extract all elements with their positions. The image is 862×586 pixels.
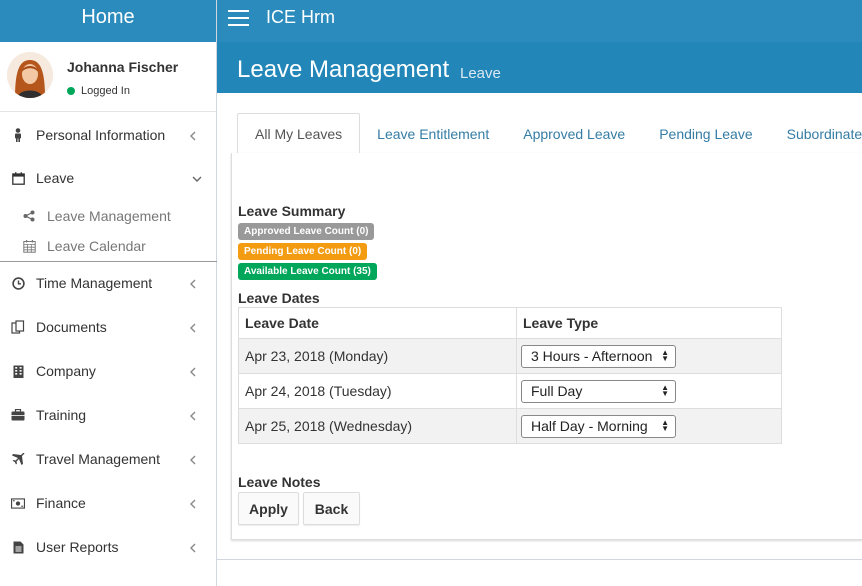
briefcase-icon [11,408,25,422]
clock-icon [11,276,25,290]
building-icon [11,364,25,378]
sidebar-item-label: User Reports [36,539,119,555]
leave-menu-group: Leave Leave Management Leave Calendar [0,156,217,262]
page-header: Leave Management Leave [217,42,862,93]
sidebar-item-label: Company [36,363,96,379]
sidebar-item-finance[interactable]: Finance [0,481,217,525]
sidebar-item-travel-management[interactable]: Travel Management [0,437,217,481]
sidebar-item-label: Time Management [36,275,153,291]
leave-dates-table: Leave Date Leave Type Apr 23, 2018 (Mond… [238,307,782,444]
avatar [7,52,53,98]
online-status-icon [67,87,75,95]
leave-date-cell: Apr 25, 2018 (Wednesday) [238,408,517,444]
calendar-grid-icon [22,239,36,253]
select-arrows-icon: ▲ ▼ [661,418,669,433]
app-title: ICE Hrm [266,7,335,27]
chevron-down-icon [192,170,202,182]
chevron-left-icon [189,128,197,141]
sidebar-item-label: Personal Information [36,127,166,143]
leave-dates-heading: Leave Dates [238,290,320,306]
tab-subordinate-leave[interactable]: Subordinate L [770,113,862,154]
leave-type-select[interactable]: Half Day - Morning ▲ ▼ [521,414,676,438]
sidebar: Home Johanna Fischer Logged In Personal … [0,0,217,586]
user-status-label: Logged In [81,85,130,97]
page-title: Leave Management [237,56,450,83]
share-icon [22,209,36,223]
top-navbar: ICE Hrm [217,0,862,42]
leave-type-cell: Half Day - Morning ▲ ▼ [516,408,782,444]
select-arrows-icon: ▲ ▼ [661,383,669,398]
leave-type-value: Half Day - Morning [531,418,648,434]
tab-approved-leave[interactable]: Approved Leave [506,113,642,154]
leave-date-cell: Apr 24, 2018 (Tuesday) [238,373,517,409]
approved-count-badge: Approved Leave Count (0) [238,223,375,240]
user-name: Johanna Fischer [67,59,179,75]
sidebar-subitem-label: Leave Calendar [47,238,146,254]
documents-icon [11,320,25,334]
footer-divider [217,559,862,560]
sidebar-item-training[interactable]: Training [0,393,217,437]
chevron-left-icon [189,320,197,333]
leave-type-value: 3 Hours - Afternoon [531,348,653,364]
column-header-leave-date: Leave Date [238,307,517,339]
select-arrows-icon: ▲ ▼ [661,348,669,363]
chevron-left-icon [189,408,197,421]
table-row: Apr 24, 2018 (Tuesday) Full Day ▲ ▼ [238,373,782,409]
user-panel: Johanna Fischer Logged In [0,42,216,112]
report-icon [11,540,25,554]
user-status: Logged In [67,85,130,97]
sidebar-subitem-leave-management[interactable]: Leave Management [0,201,217,231]
sidebar-item-documents[interactable]: Documents [0,305,217,349]
table-header-row: Leave Date Leave Type [238,307,782,339]
apply-button[interactable]: Apply [238,492,299,525]
sidebar-item-label: Training [36,407,87,423]
sidebar-item-label: Documents [36,319,107,335]
sidebar-item-label: Travel Management [36,451,160,467]
sidebar-brand[interactable]: Home [0,0,216,42]
leave-type-value: Full Day [531,383,583,399]
chevron-left-icon [189,496,197,509]
sidebar-item-leave[interactable]: Leave [0,156,217,200]
main-content: All My Leaves Leave Entitlement Approved… [217,93,862,586]
page-subtitle: Leave [460,65,501,82]
pending-count-badge: Pending Leave Count (0) [238,243,368,260]
leave-notes-heading: Leave Notes [238,474,321,490]
money-icon [11,496,25,510]
sidebar-subitem-label: Leave Management [47,208,171,224]
leave-date-cell: Apr 23, 2018 (Monday) [238,338,517,374]
sidebar-item-label: Leave [36,170,75,186]
sidebar-subitem-leave-calendar[interactable]: Leave Calendar [0,231,217,261]
tab-pending-leave[interactable]: Pending Leave [642,113,769,154]
tab-all-my-leaves[interactable]: All My Leaves [237,113,361,154]
chevron-left-icon [189,452,197,465]
table-row: Apr 23, 2018 (Monday) 3 Hours - Afternoo… [238,338,782,374]
leave-type-select[interactable]: 3 Hours - Afternoon ▲ ▼ [521,344,676,368]
leave-summary-heading: Leave Summary [238,203,346,219]
sidebar-item-label: Finance [36,495,86,511]
sidebar-item-personal-information[interactable]: Personal Information [0,113,217,157]
column-header-leave-type: Leave Type [516,307,782,339]
sidebar-item-time-management[interactable]: Time Management [0,261,217,305]
chevron-left-icon [189,540,197,553]
leave-type-select[interactable]: Full Day ▲ ▼ [521,379,676,403]
back-button[interactable]: Back [303,492,360,525]
person-icon [11,128,25,142]
hamburger-menu-icon[interactable] [228,10,249,26]
chevron-left-icon [189,364,197,377]
calendar-icon [11,171,25,185]
leave-type-cell: Full Day ▲ ▼ [516,373,782,409]
chevron-left-icon [189,276,197,289]
sidebar-item-company[interactable]: Company [0,349,217,393]
leave-type-cell: 3 Hours - Afternoon ▲ ▼ [516,338,782,374]
available-count-badge: Available Leave Count (35) [238,263,377,280]
tab-bar: All My Leaves Leave Entitlement Approved… [237,113,862,154]
tab-leave-entitlement[interactable]: Leave Entitlement [360,113,506,154]
sidebar-item-user-reports[interactable]: User Reports [0,525,217,569]
plane-icon [11,452,25,466]
table-row: Apr 25, 2018 (Wednesday) Half Day - Morn… [238,408,782,444]
leave-detail-panel: Leave Summary Approved Leave Count (0) P… [231,153,862,540]
